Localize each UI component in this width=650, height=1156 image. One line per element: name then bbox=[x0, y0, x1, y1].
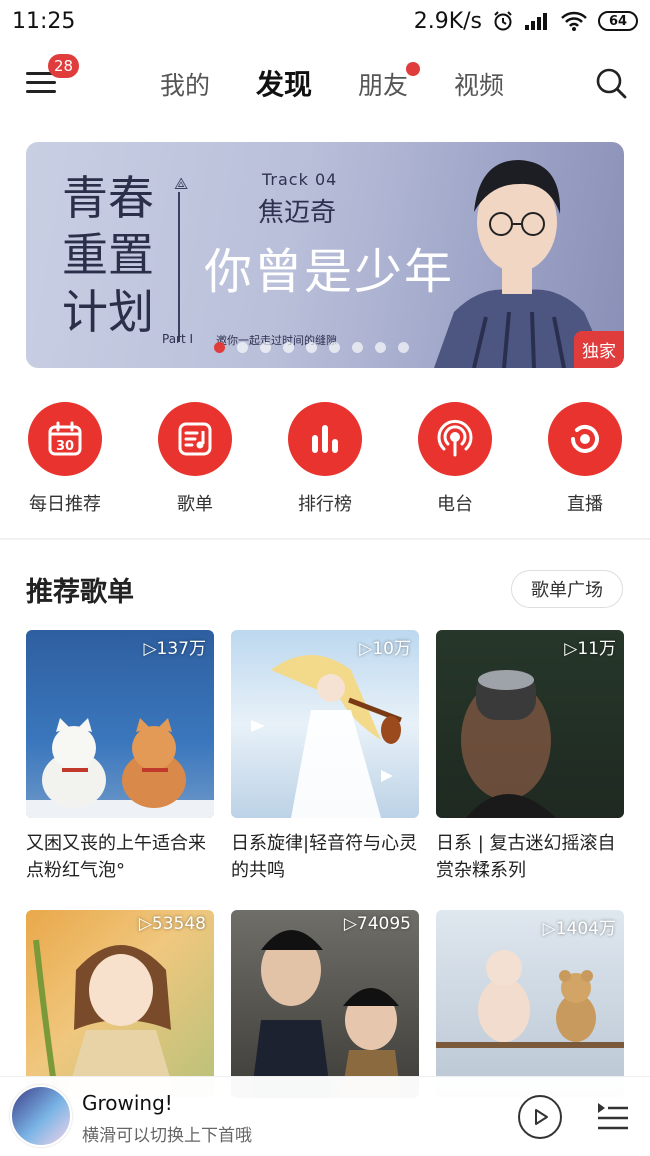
entry-daily[interactable]: 30 每日推荐 bbox=[0, 402, 130, 516]
pager-dot[interactable] bbox=[329, 342, 340, 353]
play-count: ▷10万 bbox=[359, 639, 411, 659]
play-count: ▷74095 bbox=[343, 914, 411, 934]
live-icon bbox=[548, 402, 622, 476]
play-count-value: 1404万 bbox=[555, 919, 616, 939]
quick-entries: 30 每日推荐 歌单 排行榜 电台 直播 bbox=[0, 402, 650, 516]
tab-mine[interactable]: 我的 bbox=[160, 66, 210, 103]
now-playing-title: Growing! bbox=[82, 1091, 173, 1115]
top-nav: 28 我的 发现 朋友 视频 bbox=[0, 50, 650, 116]
pager-dot[interactable] bbox=[283, 342, 294, 353]
net-speed: 2.9K/s bbox=[413, 8, 482, 34]
drama-still bbox=[251, 930, 401, 1098]
section-divider bbox=[0, 538, 650, 540]
entry-label: 每日推荐 bbox=[29, 494, 101, 515]
pager-dot[interactable] bbox=[214, 342, 225, 353]
play-icon bbox=[535, 1109, 548, 1125]
anime-girl-illustration bbox=[33, 939, 176, 1098]
now-playing-cover[interactable] bbox=[10, 1085, 72, 1147]
calendar-day: 30 bbox=[56, 439, 74, 454]
menu-line bbox=[26, 90, 56, 93]
playlist-icon bbox=[158, 402, 232, 476]
status-time: 11:25 bbox=[12, 8, 76, 34]
play-count: ▷11万 bbox=[564, 639, 616, 659]
exclusive-badge: 独家 bbox=[574, 331, 624, 368]
alarm-icon bbox=[494, 11, 512, 31]
banner-title-line: 计划 bbox=[62, 285, 154, 339]
pager-dot[interactable] bbox=[306, 342, 317, 353]
status-right: 2.9K/s 64 bbox=[414, 9, 638, 34]
banner-logo-mark: ⟁ bbox=[174, 174, 189, 193]
playlist-cover: ▷74095 bbox=[231, 910, 419, 1098]
playlist-card[interactable]: ▷11万 日系 | 复古迷幻摇滚自赏杂糅系列 bbox=[436, 630, 624, 884]
banner-title-line: 青春 bbox=[62, 171, 154, 225]
play-count-value: 10万 bbox=[372, 639, 411, 659]
pager-dot[interactable] bbox=[375, 342, 386, 353]
playlist-title: 日系 | 复古迷幻摇滚自赏杂糅系列 bbox=[436, 833, 616, 881]
entry-playlists[interactable]: 歌单 bbox=[130, 402, 260, 516]
promo-banner[interactable]: 青春 重置 计划 ⟁ Track 04 焦迈奇 你曾是少年 Part I 邀你一… bbox=[26, 142, 624, 368]
tab-video[interactable]: 视频 bbox=[454, 66, 504, 103]
playlist-cover: ▷137万 bbox=[26, 630, 214, 818]
tab-bar: 我的 发现 朋友 视频 bbox=[160, 62, 504, 103]
signal-icon bbox=[525, 13, 547, 30]
section-title: 推荐歌单 bbox=[26, 577, 134, 608]
entry-live[interactable]: 直播 bbox=[520, 402, 650, 516]
banner-campaign-title: 青春 重置 计划 bbox=[62, 170, 154, 341]
playlist-title: 日系旋律|轻音符与心灵的共鸣 bbox=[231, 833, 418, 881]
mini-player[interactable]: Growing! 横滑可以切换上下首哦 bbox=[0, 1076, 650, 1156]
tab-discover[interactable]: 发现 bbox=[256, 63, 312, 103]
entry-charts[interactable]: 排行榜 bbox=[260, 402, 390, 516]
now-playing-hint: 横滑可以切换上下首哦 bbox=[82, 1126, 252, 1146]
play-count-value: 11万 bbox=[577, 639, 616, 659]
banner-part: Part I bbox=[162, 332, 194, 346]
battery-icon: 64 bbox=[598, 11, 638, 31]
playlist-cover: ▷1404万 bbox=[436, 910, 624, 1098]
playlist-card[interactable]: ▷137万 又困又丧的上午适合来点粉红气泡° bbox=[26, 630, 214, 884]
pager-dot[interactable] bbox=[260, 342, 271, 353]
play-count-value: 137万 bbox=[156, 639, 206, 659]
banner-artist: 焦迈奇 bbox=[258, 198, 337, 228]
calendar-icon: 30 bbox=[28, 402, 102, 476]
notification-dot bbox=[406, 62, 421, 76]
playlist-square-button[interactable]: 歌单广场 bbox=[511, 570, 623, 608]
entry-label: 电台 bbox=[437, 494, 473, 515]
playlist-cover: ▷11万 bbox=[436, 630, 624, 818]
banner-pager bbox=[214, 342, 409, 353]
menu-line bbox=[26, 81, 56, 84]
banner-divider bbox=[178, 192, 180, 342]
pager-dot[interactable] bbox=[352, 342, 363, 353]
playlist-cover: ▷53548 bbox=[26, 910, 214, 1098]
entry-label: 排行榜 bbox=[298, 494, 352, 515]
chart-bars-icon bbox=[288, 402, 362, 476]
radio-icon bbox=[418, 402, 492, 476]
banner-track: Track 04 bbox=[262, 170, 338, 189]
menu-badge: 28 bbox=[48, 54, 80, 78]
banner-title-line: 重置 bbox=[62, 228, 154, 282]
play-button[interactable] bbox=[518, 1095, 562, 1139]
playlist-cover: ▷10万 bbox=[231, 630, 419, 818]
wifi-icon bbox=[561, 11, 587, 31]
tab-friends[interactable]: 朋友 bbox=[358, 62, 421, 103]
pager-dot[interactable] bbox=[237, 342, 248, 353]
search-icon[interactable] bbox=[594, 66, 628, 100]
status-bar: 11:25 2.9K/s 64 bbox=[0, 0, 650, 42]
playlist-queue-icon[interactable] bbox=[596, 1099, 630, 1133]
play-count-value: 53548 bbox=[151, 914, 206, 934]
pager-dot[interactable] bbox=[398, 342, 409, 353]
tab-friends-label: 朋友 bbox=[358, 71, 409, 100]
play-count: ▷53548 bbox=[138, 914, 206, 934]
playlist-card[interactable]: ▷10万 日系旋律|轻音符与心灵的共鸣 bbox=[231, 630, 419, 884]
play-count: ▷1404万 bbox=[542, 919, 616, 939]
entry-radio[interactable]: 电台 bbox=[390, 402, 520, 516]
play-count-value: 74095 bbox=[356, 914, 411, 934]
playlist-title: 又困又丧的上午适合来点粉红气泡° bbox=[26, 833, 206, 881]
entry-label: 直播 bbox=[567, 494, 603, 515]
play-count: ▷137万 bbox=[143, 639, 206, 659]
entry-label: 歌单 bbox=[177, 494, 213, 515]
